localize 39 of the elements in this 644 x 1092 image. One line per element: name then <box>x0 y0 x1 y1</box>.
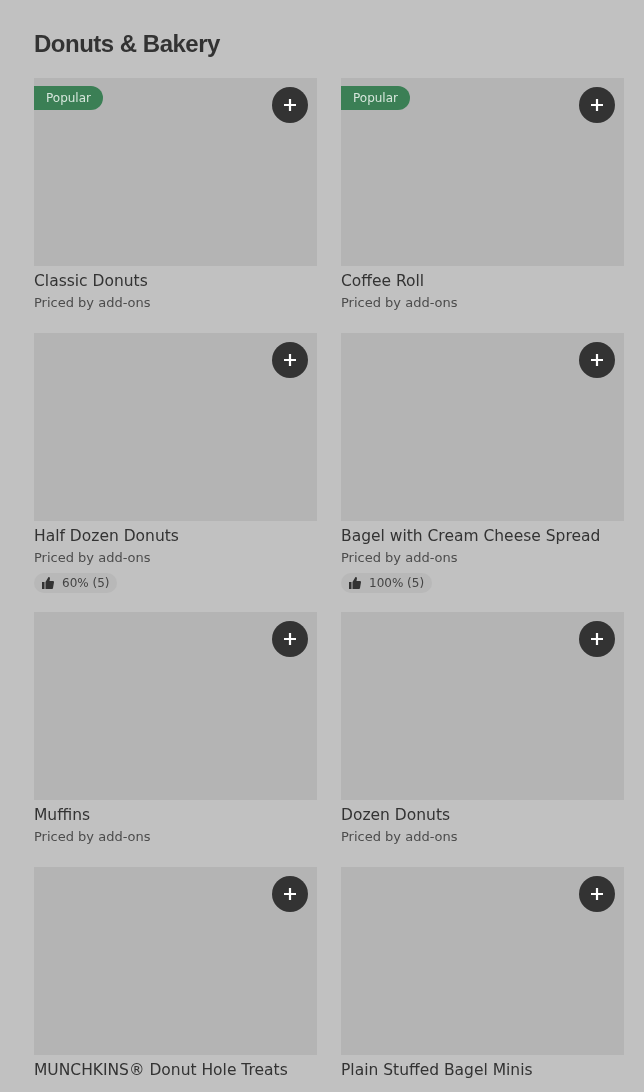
item-price: Priced by add-ons <box>34 549 152 567</box>
plus-icon <box>283 887 297 901</box>
plus-icon <box>283 632 297 646</box>
thumbs-up-icon <box>42 577 54 589</box>
item-name: Plain Stuffed Bagel Minis <box>341 1060 534 1081</box>
popular-badge: Popular <box>34 86 103 110</box>
rating-text: 60% (5) <box>62 575 110 591</box>
add-button[interactable] <box>579 87 615 123</box>
add-button[interactable] <box>579 621 615 657</box>
add-button[interactable] <box>272 621 308 657</box>
item-name: Half Dozen Donuts <box>34 526 180 547</box>
item-price: Priced by add-ons <box>341 549 459 567</box>
item-name: Bagel with Cream Cheese Spread <box>341 526 602 547</box>
popular-badge: Popular <box>341 86 410 110</box>
rating-text: 100% (5) <box>369 575 425 591</box>
item-price: Priced by add-ons <box>34 828 152 846</box>
plus-icon <box>590 632 604 646</box>
thumbs-up-icon <box>349 577 361 589</box>
plus-icon <box>590 353 604 367</box>
plus-icon <box>283 353 297 367</box>
item-name: Coffee Roll <box>341 271 426 292</box>
item-name: MUNCHKINS® Donut Hole Treats <box>34 1060 289 1081</box>
add-button[interactable] <box>272 342 308 378</box>
item-name: Dozen Donuts <box>341 805 452 826</box>
add-button[interactable] <box>272 876 308 912</box>
item-price: Priced by add-ons <box>341 294 459 312</box>
item-name: Classic Donuts <box>34 271 149 292</box>
image-placeholder[interactable]: Popular <box>341 78 624 266</box>
add-button[interactable] <box>272 87 308 123</box>
add-button[interactable] <box>579 342 615 378</box>
add-button[interactable] <box>579 876 615 912</box>
section-title: Donuts & Bakery <box>34 29 221 59</box>
item-name: Muffins <box>34 805 92 826</box>
item-price: Priced by add-ons <box>341 828 459 846</box>
plus-icon <box>590 98 604 112</box>
plus-icon <box>590 887 604 901</box>
plus-icon <box>283 98 297 112</box>
item-price: Priced by add-ons <box>34 294 152 312</box>
image-placeholder[interactable]: Popular <box>34 78 317 266</box>
